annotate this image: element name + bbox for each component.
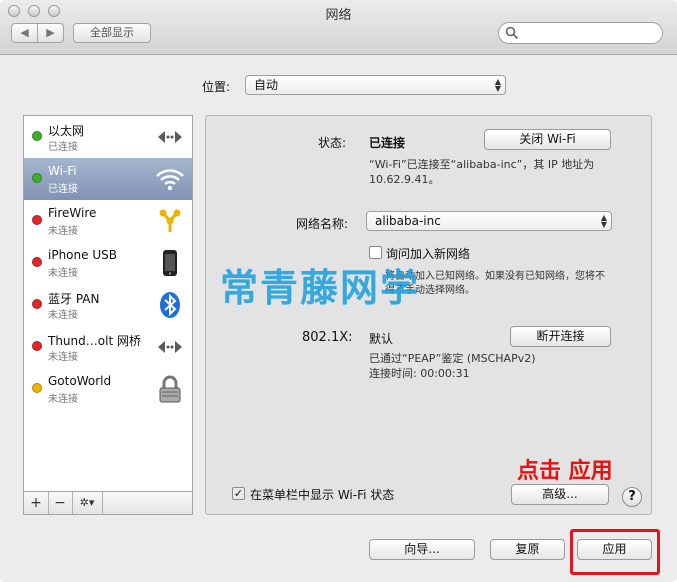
service-item[interactable]: Wi-Fi 已连接 <box>24 158 192 200</box>
network-name-value: alibaba-inc <box>375 214 441 228</box>
search-icon <box>505 26 519 40</box>
ethernet-arrows-icon <box>155 122 185 152</box>
show-wifi-menu-checkbox[interactable]: ✓ <box>232 487 245 500</box>
popup-arrows-icon: ▲ ▼ <box>494 77 501 93</box>
status-value: 已连接 <box>369 136 406 150</box>
service-name: iPhone USB <box>48 248 117 262</box>
revert-button[interactable]: 复原 <box>490 539 565 560</box>
back-button[interactable]: ◀ <box>11 23 38 43</box>
status-dot-icon <box>32 341 42 351</box>
firewire-icon <box>155 206 185 236</box>
forward-button[interactable]: ▶ <box>37 23 64 43</box>
iphone-icon <box>155 248 185 278</box>
service-name: Thund…olt 网桥 <box>48 334 141 348</box>
network-preferences-window: 网络 ◀ ▶ 全部显示 位置: 自动 ▲ ▼ 以太网已连接 Wi-Fi 已连接 Fire… <box>0 0 677 582</box>
thunderbolt-bridge-arrows-icon <box>155 332 185 362</box>
watermark-text: 常青藤网学 <box>220 266 421 310</box>
service-name: Wi-Fi <box>48 164 77 178</box>
checkmark-icon: ✓ <box>233 487 244 500</box>
bluetooth-icon <box>155 290 185 320</box>
popup-arrows-icon: ▲ ▼ <box>600 213 607 229</box>
service-item[interactable]: iPhone USB 未连接 <box>24 242 192 284</box>
show-all-button[interactable]: 全部显示 <box>73 23 151 43</box>
service-status: 未连接 <box>48 226 78 237</box>
status-dot-icon <box>32 173 42 183</box>
lock-icon <box>155 374 185 404</box>
advanced-button[interactable]: 高级... <box>511 484 609 505</box>
service-name: GotoWorld <box>48 374 112 388</box>
status-label: 状态: <box>318 136 347 150</box>
gear-icon: ✲▾ <box>79 496 95 509</box>
chevron-right-icon: ▶ <box>46 26 55 39</box>
service-item[interactable]: Thund…olt 网桥 未连接 <box>24 326 192 368</box>
service-name: 以太网 <box>48 124 85 138</box>
service-list: 以太网 已连接 Wi-Fi 已连接 FireWire 未连接 iPhone USB 未连接 蓝牙… <box>23 115 193 515</box>
service-name: 蓝牙 PAN <box>48 292 100 306</box>
turn-off-wifi-button[interactable]: 关闭 Wi-Fi <box>484 129 611 150</box>
service-status: 已连接 <box>48 184 78 195</box>
service-status: 未连接 <box>48 352 78 363</box>
service-name: FireWire <box>48 206 97 220</box>
service-list-toolbar: + − ✲▾ <box>23 491 193 515</box>
location-popup[interactable]: 自动 ▲ ▼ <box>245 75 506 95</box>
add-service-button[interactable]: + <box>24 492 49 514</box>
title-bar: 网络 ◀ ▶ 全部显示 <box>0 0 677 55</box>
service-status: 未连接 <box>48 268 78 279</box>
location-value: 自动 <box>254 78 279 92</box>
service-status: 未连接 <box>48 310 78 321</box>
status-dot-icon <box>32 383 42 393</box>
gear-menu-button[interactable]: ✲▾ <box>72 492 103 514</box>
status-description-line1: “Wi-Fi”已连接至“alibaba-inc”，其 IP 地址为 <box>369 158 595 171</box>
auth-description-line1: 已通过“PEAP”鉴定 (MSCHAPv2) <box>369 352 536 365</box>
show-wifi-menu-label: 在菜单栏中显示 Wi-Fi 状态 <box>250 488 395 502</box>
chevron-left-icon: ◀ <box>20 26 29 39</box>
auth-description-line2: 连接时间: 00:00:31 <box>369 367 470 380</box>
disconnect-button[interactable]: 断开连接 <box>510 326 611 347</box>
wifi-icon <box>155 164 185 194</box>
apply-highlight-box <box>570 529 660 575</box>
status-description-line2: 10.62.9.41。 <box>369 173 440 186</box>
assist-me-button[interactable]: 向导... <box>369 539 475 560</box>
click-apply-annotation: 点击 应用 <box>517 459 613 484</box>
auth-value: 默认 <box>369 332 394 346</box>
network-name-popup[interactable]: alibaba-inc ▲ ▼ <box>366 211 612 231</box>
auth-label: 802.1X: <box>302 330 353 345</box>
service-item[interactable]: GotoWorld 未连接 <box>24 368 192 410</box>
status-dot-icon <box>32 257 42 267</box>
status-dot-icon <box>32 299 42 309</box>
service-status: 未连接 <box>48 394 78 405</box>
service-status: 已连接 <box>48 142 78 153</box>
remove-service-button[interactable]: − <box>48 492 73 514</box>
service-item[interactable]: 以太网 已连接 <box>24 116 192 158</box>
network-name-label: 网络名称: <box>296 217 349 231</box>
help-button[interactable]: ? <box>622 487 642 507</box>
window-title: 网络 <box>325 8 352 23</box>
status-dot-icon <box>32 215 42 225</box>
location-label: 位置: <box>202 80 231 94</box>
service-item[interactable]: 蓝牙 PAN 未连接 <box>24 284 192 326</box>
search-field[interactable] <box>498 22 663 44</box>
status-dot-icon <box>32 131 42 141</box>
service-item[interactable]: FireWire 未连接 <box>24 200 192 242</box>
